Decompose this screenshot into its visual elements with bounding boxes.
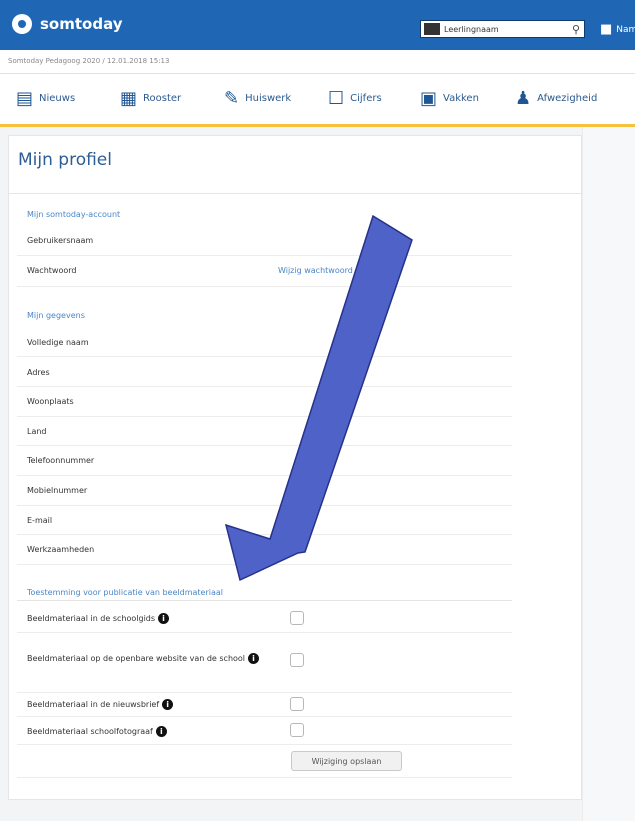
permission-label: Beeldmateriaal in de nieuwsbrief xyxy=(27,700,160,709)
nav-label: Rooster xyxy=(143,93,182,104)
field-label-occupation: Werkzaamheden xyxy=(27,545,95,554)
search-icon[interactable]: ⚲ xyxy=(568,23,584,36)
field-label-country: Land xyxy=(27,427,47,436)
permission-row-newsletter: Beeldmateriaal in de nieuwsbrief i xyxy=(27,699,174,710)
field-label-full-name: Volledige naam xyxy=(27,338,89,347)
nav-label: Vakken xyxy=(443,93,479,104)
nav-item-vakken[interactable]: ▣ Vakken xyxy=(420,88,479,109)
grades-icon: ☐ xyxy=(328,88,345,109)
nav-label: Cijfers xyxy=(350,93,382,104)
row-divider xyxy=(17,356,512,357)
search-box[interactable]: Leerlingnaam ⚲ xyxy=(420,20,585,38)
permission-checkbox-website[interactable] xyxy=(290,653,304,667)
row-divider xyxy=(17,505,512,506)
row-divider xyxy=(17,386,512,387)
field-label-mobile: Mobielnummer xyxy=(27,486,88,495)
field-label-phone: Telefoonnummer xyxy=(27,456,95,465)
permission-row-website: Beeldmateriaal op de openbare website va… xyxy=(27,644,267,674)
field-label-email: E-mail xyxy=(27,516,53,525)
row-divider xyxy=(17,600,512,601)
nav-item-rooster[interactable]: ▦ Rooster xyxy=(120,88,181,109)
row-divider xyxy=(17,255,512,256)
permission-checkbox-photographer[interactable] xyxy=(290,723,304,737)
field-label-address: Adres xyxy=(27,368,50,377)
search-input[interactable]: Leerlingnaam xyxy=(444,25,568,34)
user-name: Nam xyxy=(616,24,635,35)
calendar-icon: ▦ xyxy=(120,88,138,109)
nav-item-huiswerk[interactable]: ✎ Huiswerk xyxy=(224,88,291,109)
person-icon: ♟ xyxy=(515,88,532,109)
pencil-icon: ✎ xyxy=(224,88,240,109)
page-title: Mijn profiel xyxy=(18,150,112,170)
row-divider xyxy=(17,716,512,717)
permission-label: Beeldmateriaal op de openbare website va… xyxy=(27,654,246,663)
row-divider xyxy=(17,777,512,778)
user-icon: ■ xyxy=(600,22,613,37)
nav-item-afwezigheid[interactable]: ♟ Afwezigheid xyxy=(515,88,597,109)
row-divider xyxy=(17,564,512,565)
top-bar: somtoday Leerlingnaam ⚲ ■ Nam xyxy=(0,0,635,50)
info-icon[interactable]: i xyxy=(155,726,167,737)
nav-label: Afwezigheid xyxy=(537,93,598,104)
section-heading-permissions: Toestemming voor publicatie van beeldmat… xyxy=(27,588,223,597)
row-divider xyxy=(17,744,512,745)
nav-item-nieuws[interactable]: ▤ Nieuws xyxy=(16,88,75,109)
logo[interactable]: somtoday xyxy=(12,14,123,34)
row-divider xyxy=(17,445,512,446)
row-divider xyxy=(17,286,512,287)
field-label-password: Wachtwoord xyxy=(27,266,77,275)
permission-row-photographer: Beeldmateriaal schoolfotograaf i xyxy=(27,726,167,737)
row-divider xyxy=(17,692,512,693)
row-divider xyxy=(17,534,512,535)
nav-item-cijfers[interactable]: ☐ Cijfers xyxy=(328,88,382,109)
permission-label: Beeldmateriaal schoolfotograaf xyxy=(27,727,153,736)
brand-name: somtoday xyxy=(40,15,123,33)
news-icon: ▤ xyxy=(16,88,34,109)
row-divider xyxy=(17,416,512,417)
section-heading-personal: Mijn gegevens xyxy=(27,311,85,320)
books-icon: ▣ xyxy=(420,88,438,109)
section-heading-account: Mijn somtoday-account xyxy=(27,210,121,219)
nav-accent-line xyxy=(0,124,635,127)
flag-icon xyxy=(424,23,440,35)
nav-label: Nieuws xyxy=(39,93,76,104)
row-divider xyxy=(17,632,512,633)
field-label-username: Gebruikersnaam xyxy=(27,236,94,245)
right-sidebar xyxy=(582,127,635,821)
title-divider xyxy=(8,193,582,194)
info-icon[interactable]: i xyxy=(162,699,174,710)
permission-checkbox-schoolgids[interactable] xyxy=(290,611,304,625)
row-divider xyxy=(17,475,512,476)
info-icon[interactable]: i xyxy=(248,653,260,664)
logo-mark-icon xyxy=(12,14,32,34)
info-icon[interactable]: i xyxy=(158,613,170,624)
change-password-link[interactable]: Wijzig wachtwoord xyxy=(278,266,353,275)
user-menu[interactable]: ■ Nam xyxy=(600,22,635,37)
field-label-city: Woonplaats xyxy=(27,397,74,406)
breadcrumb-bar: Somtoday Pedagoog 2020 / 12.01.2018 15:1… xyxy=(0,50,635,74)
permission-checkbox-newsletter[interactable] xyxy=(290,697,304,711)
nav-label: Huiswerk xyxy=(245,93,292,104)
permission-label: Beeldmateriaal in de schoolgids xyxy=(27,614,156,623)
breadcrumb: Somtoday Pedagoog 2020 / 12.01.2018 15:1… xyxy=(8,57,170,65)
save-changes-button[interactable]: Wijziging opslaan xyxy=(291,751,402,771)
main-navigation: ▤ Nieuws ▦ Rooster ✎ Huiswerk ☐ Cijfers … xyxy=(0,74,635,126)
permission-row-schoolgids: Beeldmateriaal in de schoolgids i xyxy=(27,613,170,624)
